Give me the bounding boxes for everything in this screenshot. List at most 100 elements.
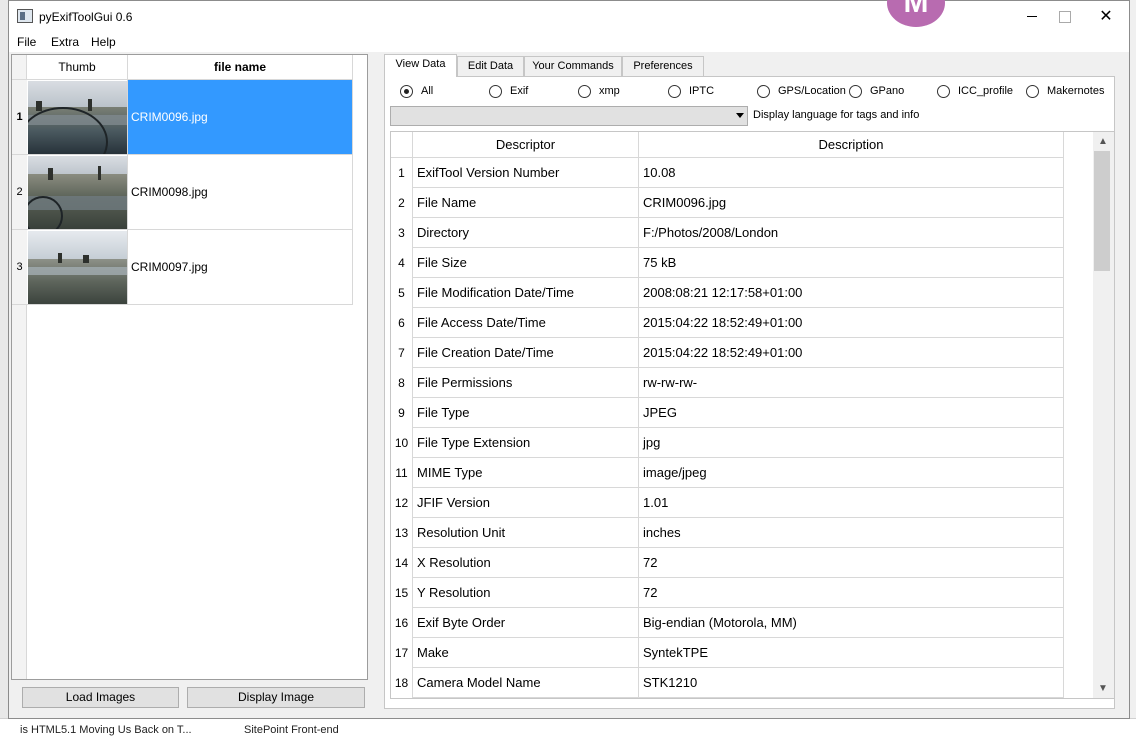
title-bar: pyExifToolGui 0.6 M ✕ [9, 0, 1129, 32]
vertical-scrollbar[interactable]: ▲ ▼ [1093, 132, 1114, 698]
description-cell[interactable]: 72 [639, 548, 1064, 578]
app-window: pyExifToolGui 0.6 M ✕ File Extra Help Th… [8, 0, 1130, 719]
description-cell[interactable]: JPEG [639, 398, 1064, 428]
row-number: 3 [12, 230, 27, 305]
descriptor-cell[interactable]: File Access Date/Time [413, 308, 639, 338]
description-cell[interactable]: rw-rw-rw- [639, 368, 1064, 398]
table-row[interactable]: 7 File Creation Date/Time 2015:04:22 18:52… [391, 338, 1064, 368]
descriptor-cell[interactable]: File Permissions [413, 368, 639, 398]
descriptor-cell[interactable]: Make [413, 638, 639, 668]
language-label: Display language for tags and info [753, 109, 920, 121]
scroll-down-icon[interactable]: ▼ [1098, 684, 1108, 694]
column-header-thumb[interactable]: Thumb [27, 55, 128, 80]
description-cell[interactable]: SyntekTPE [639, 638, 1064, 668]
tab-preferences[interactable]: Preferences [622, 56, 704, 76]
description-cell[interactable]: jpg [639, 428, 1064, 458]
descriptor-cell[interactable]: File Type Extension [413, 428, 639, 458]
scrollbar-thumb[interactable] [1094, 151, 1110, 271]
table-row[interactable]: 1 ExifTool Version Number 10.08 [391, 158, 1064, 188]
radio-circle [757, 85, 770, 98]
descriptor-cell[interactable]: Directory [413, 218, 639, 248]
radio-circle [578, 85, 591, 98]
image-row[interactable]: 1 CRIM0096.jpg [12, 80, 353, 155]
descriptor-cell[interactable]: X Resolution [413, 548, 639, 578]
background-tab-2[interactable]: SitePoint Front-end [244, 724, 339, 736]
description-cell[interactable]: F:/Photos/2008/London [639, 218, 1064, 248]
user-avatar[interactable]: M [887, 0, 945, 27]
file-name-cell[interactable]: CRIM0096.jpg [128, 80, 353, 155]
row-number: 10 [391, 428, 413, 458]
radio-circle [668, 85, 681, 98]
table-row[interactable]: 5 File Modification Date/Time 2008:08:21 1… [391, 278, 1064, 308]
image-row[interactable]: 3 CRIM0097.jpg [12, 230, 353, 305]
load-images-button[interactable]: Load Images [22, 687, 179, 708]
row-number: 9 [391, 398, 413, 428]
menu-extra[interactable]: Extra [51, 35, 79, 49]
description-cell[interactable]: 75 kB [639, 248, 1064, 278]
table-row[interactable]: 6 File Access Date/Time 2015:04:22 18:52:4… [391, 308, 1064, 338]
table-row[interactable]: 13 Resolution Unit inches [391, 518, 1064, 548]
table-row[interactable]: 16 Exif Byte Order Big-endian (Motorola, M… [391, 608, 1064, 638]
table-row[interactable]: 10 File Type Extension jpg [391, 428, 1064, 458]
descriptor-cell[interactable]: ExifTool Version Number [413, 158, 639, 188]
table-row[interactable]: 3 Directory F:/Photos/2008/London [391, 218, 1064, 248]
description-cell[interactable]: 2015:04:22 18:52:49+01:00 [639, 308, 1064, 338]
language-select[interactable] [390, 106, 748, 126]
descriptor-cell[interactable]: File Name [413, 188, 639, 218]
thumbnail-image[interactable] [28, 231, 127, 304]
menu-help[interactable]: Help [91, 35, 116, 49]
descriptor-cell[interactable]: File Modification Date/Time [413, 278, 639, 308]
table-row[interactable]: 17 Make SyntekTPE [391, 638, 1064, 668]
descriptor-cell[interactable]: File Creation Date/Time [413, 338, 639, 368]
row-number: 8 [391, 368, 413, 398]
scroll-up-icon[interactable]: ▲ [1098, 137, 1108, 147]
descriptor-cell[interactable]: Exif Byte Order [413, 608, 639, 638]
table-row[interactable]: 8 File Permissions rw-rw-rw- [391, 368, 1064, 398]
description-cell[interactable]: 10.08 [639, 158, 1064, 188]
descriptor-cell[interactable]: File Type [413, 398, 639, 428]
thumbnail-image[interactable] [28, 156, 127, 229]
table-row[interactable]: 11 MIME Type image/jpeg [391, 458, 1064, 488]
file-name-cell[interactable]: CRIM0098.jpg [128, 155, 353, 230]
description-cell[interactable]: 2015:04:22 18:52:49+01:00 [639, 338, 1064, 368]
tab-your-commands[interactable]: Your Commands [524, 56, 622, 76]
table-row[interactable]: 12 JFIF Version 1.01 [391, 488, 1064, 518]
image-row[interactable]: 2 CRIM0098.jpg [12, 155, 353, 230]
tab-view-data[interactable]: View Data [384, 54, 457, 77]
close-button[interactable]: ✕ [1083, 1, 1129, 32]
thumbnail-image[interactable] [28, 81, 127, 154]
description-cell[interactable]: STK1210 [639, 668, 1064, 698]
column-header-descriptor[interactable]: Descriptor [413, 132, 639, 158]
table-row[interactable]: 9 File Type JPEG [391, 398, 1064, 428]
display-image-button[interactable]: Display Image [187, 687, 365, 708]
column-header-file-name[interactable]: file name [128, 55, 353, 80]
descriptor-cell[interactable]: JFIF Version [413, 488, 639, 518]
descriptor-cell[interactable]: Resolution Unit [413, 518, 639, 548]
descriptor-cell[interactable]: Camera Model Name [413, 668, 639, 698]
table-row[interactable]: 4 File Size 75 kB [391, 248, 1064, 278]
tab-edit-data[interactable]: Edit Data [457, 56, 524, 76]
row-number: 18 [391, 668, 413, 698]
table-row[interactable]: 18 Camera Model Name STK1210 [391, 668, 1064, 698]
description-cell[interactable]: CRIM0096.jpg [639, 188, 1064, 218]
table-row[interactable]: 15 Y Resolution 72 [391, 578, 1064, 608]
description-cell[interactable]: 2008:08:21 12:17:58+01:00 [639, 278, 1064, 308]
background-tab-1[interactable]: is HTML5.1 Moving Us Back on T... [20, 724, 192, 736]
description-cell[interactable]: 72 [639, 578, 1064, 608]
column-header-description[interactable]: Description [639, 132, 1064, 158]
file-name-cell[interactable]: CRIM0097.jpg [128, 230, 353, 305]
table-row[interactable]: 14 X Resolution 72 [391, 548, 1064, 578]
description-cell[interactable]: image/jpeg [639, 458, 1064, 488]
descriptor-cell[interactable]: Y Resolution [413, 578, 639, 608]
maximize-button[interactable] [1041, 1, 1087, 32]
description-cell[interactable]: Big-endian (Motorola, MM) [639, 608, 1064, 638]
descriptor-cell[interactable]: File Size [413, 248, 639, 278]
descriptor-cell[interactable]: MIME Type [413, 458, 639, 488]
background-taskbar: is HTML5.1 Moving Us Back on T... SitePo… [0, 718, 1136, 739]
table-row[interactable]: 2 File Name CRIM0096.jpg [391, 188, 1064, 218]
row-number: 1 [391, 158, 413, 188]
radio-circle [489, 85, 502, 98]
description-cell[interactable]: 1.01 [639, 488, 1064, 518]
description-cell[interactable]: inches [639, 518, 1064, 548]
menu-file[interactable]: File [17, 35, 36, 49]
